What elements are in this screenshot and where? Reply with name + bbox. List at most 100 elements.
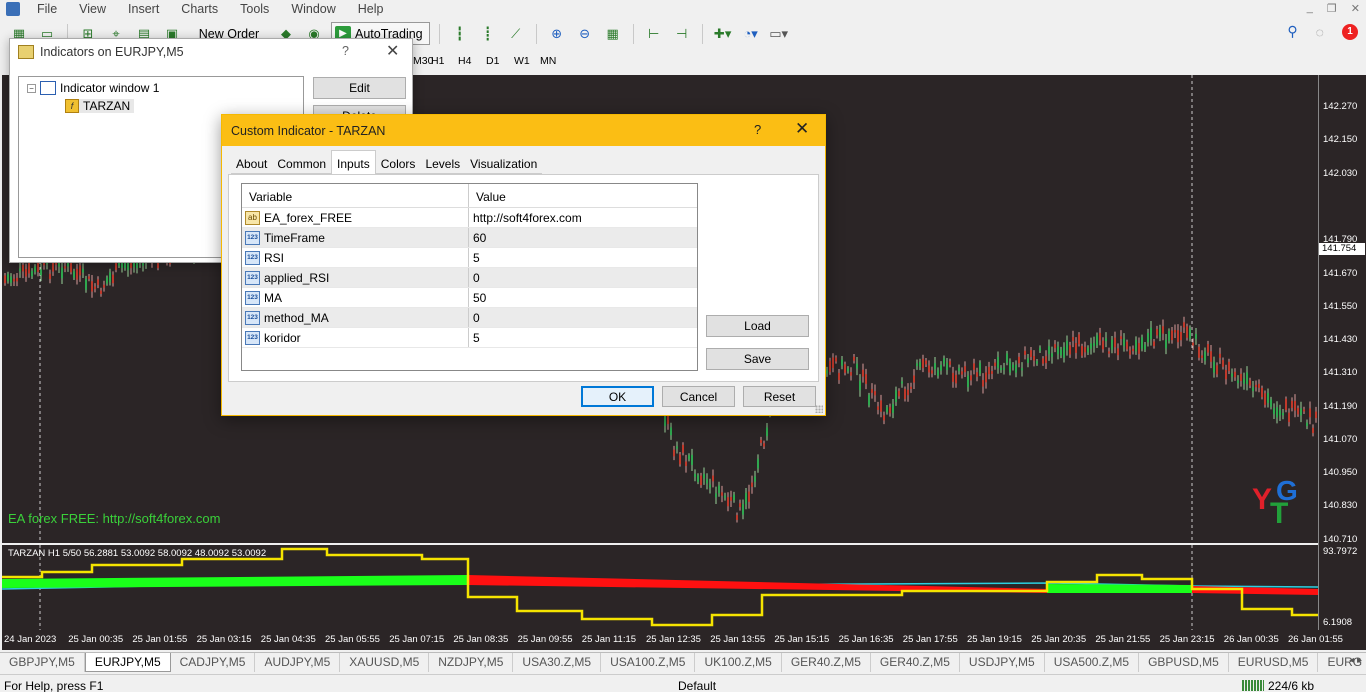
symbol-tab[interactable]: CADJPY,M5 <box>171 653 256 672</box>
ok-button[interactable]: OK <box>581 386 654 407</box>
indicators-icon[interactable]: ✚▾ <box>712 23 734 45</box>
candle-body <box>757 458 759 469</box>
tab-about[interactable]: About <box>231 152 273 174</box>
symbol-tab[interactable]: GBPUSD,M5 <box>1139 653 1229 672</box>
menu-view[interactable]: View <box>68 2 117 16</box>
symbol-tab[interactable]: EURUSD,M5 <box>1229 653 1319 672</box>
symbol-tab[interactable]: USA500.Z,M5 <box>1045 653 1140 672</box>
integer-type-icon: 123 <box>245 290 260 305</box>
autoscroll-icon[interactable]: ⊣ <box>671 23 693 45</box>
variable-value[interactable]: 0 <box>469 308 480 327</box>
symbol-tab[interactable]: GER40.Z,M5 <box>782 653 871 672</box>
tf-h4[interactable]: H4 <box>458 55 471 67</box>
candle-body <box>679 454 681 465</box>
candlestick-icon[interactable]: ┋ <box>477 23 499 45</box>
symbol-tab[interactable]: NZDJPY,M5 <box>429 653 514 672</box>
chart-shift-icon[interactable]: ⊢ <box>643 23 665 45</box>
close-icon[interactable]: ✕ <box>1351 2 1360 15</box>
time-tick: 25 Jan 23:15 <box>1159 634 1215 645</box>
symbol-tab[interactable]: GBPJPY,M5 <box>0 653 85 672</box>
menu-help[interactable]: Help <box>347 2 395 16</box>
symbol-tab[interactable]: USDJPY,M5 <box>960 653 1045 672</box>
price-tick: 140.950 <box>1323 467 1358 478</box>
bar-chart-icon[interactable]: ┇ <box>449 23 471 45</box>
tab-levels[interactable]: Levels <box>420 152 466 174</box>
variable-value[interactable]: 5 <box>469 248 480 267</box>
chat-icon[interactable]: ◌ <box>1316 24 1324 40</box>
tab-colors[interactable]: Colors <box>375 152 421 174</box>
save-button[interactable]: Save <box>706 348 809 370</box>
column-header-variable[interactable]: Variable <box>242 184 469 207</box>
candle-body <box>1150 327 1152 339</box>
notification-badge[interactable]: 1 <box>1342 23 1358 40</box>
load-button[interactable]: Load <box>706 315 809 337</box>
restore-icon[interactable]: ❐ <box>1327 2 1337 15</box>
tf-w1[interactable]: W1 <box>514 55 530 67</box>
candle-body <box>958 367 960 372</box>
templates-icon[interactable]: ▭▾ <box>768 23 790 45</box>
input-row[interactable]: 123 method_MA 0 <box>242 308 697 328</box>
input-row[interactable]: 123 MA 50 <box>242 288 697 308</box>
help-icon[interactable]: ? <box>342 44 349 58</box>
line-chart-icon[interactable]: ⟋ <box>505 23 527 45</box>
tf-h1[interactable]: H1 <box>431 55 444 67</box>
candle-body <box>841 359 843 366</box>
symbol-tab[interactable]: GER40.Z,M5 <box>871 653 960 672</box>
menu-file[interactable]: File <box>26 2 68 16</box>
close-icon[interactable]: ✕ <box>386 41 399 61</box>
symbol-tab[interactable]: XAUUSD,M5 <box>340 653 430 672</box>
menu-tools[interactable]: Tools <box>229 2 280 16</box>
zoom-in-icon[interactable]: ⊕ <box>546 23 568 45</box>
tf-d1[interactable]: D1 <box>486 55 499 67</box>
candle-body <box>1024 350 1026 355</box>
symbol-tab[interactable]: EURJPY,M5 <box>84 653 171 672</box>
time-tick: 25 Jan 13:55 <box>710 634 766 645</box>
input-row[interactable]: 123 RSI 5 <box>242 248 697 268</box>
variable-value[interactable]: 50 <box>469 288 486 307</box>
variable-value[interactable]: 5 <box>469 328 480 347</box>
tab-visualization[interactable]: Visualization <box>465 152 543 174</box>
cancel-button[interactable]: Cancel <box>662 386 735 407</box>
menu-charts[interactable]: Charts <box>170 2 229 16</box>
input-row[interactable]: 123 applied_RSI 0 <box>242 268 697 288</box>
indicator-subwindow[interactable]: TARZAN H1 5/50 56.2881 53.0092 58.0092 4… <box>2 545 1318 630</box>
tab-scroll-icon[interactable]: ◂ ▸ <box>1349 655 1362 666</box>
input-row[interactable]: ab EA_forex_FREE http://soft4forex.com <box>242 208 697 228</box>
candle-body <box>1021 368 1023 371</box>
tab-inputs[interactable]: Inputs <box>331 150 376 174</box>
symbol-tab[interactable]: AUDJPY,M5 <box>255 653 341 672</box>
variable-value[interactable]: 0 <box>469 268 480 287</box>
tree-node-indicator-window[interactable]: − Indicator window 1 <box>27 81 159 95</box>
edit-button[interactable]: Edit <box>313 77 406 99</box>
menu-window[interactable]: Window <box>280 2 346 16</box>
close-icon[interactable]: ✕ <box>795 119 809 139</box>
tile-windows-icon[interactable]: ▦ <box>602 23 624 45</box>
periods-icon[interactable]: ◔▾ <box>740 23 762 45</box>
variable-value[interactable]: 60 <box>469 228 486 247</box>
symbol-tab[interactable]: USA30.Z,M5 <box>513 653 602 672</box>
symbol-tab[interactable]: UK100.Z,M5 <box>695 653 782 672</box>
help-icon[interactable]: ? <box>754 122 761 137</box>
column-header-value[interactable]: Value <box>469 184 506 207</box>
tree-node-tarzan[interactable]: f TARZAN <box>65 99 135 113</box>
menu-insert[interactable]: Insert <box>117 2 170 16</box>
input-row[interactable]: 123 koridor 5 <box>242 328 697 348</box>
candle-body <box>88 276 90 279</box>
tab-common[interactable]: Common <box>272 152 332 174</box>
symbol-tab[interactable]: USA100.Z,M5 <box>601 653 696 672</box>
resize-grip[interactable] <box>815 405 823 413</box>
grid-header: Variable Value <box>242 184 697 208</box>
candle-body <box>1309 408 1311 418</box>
price-tick: 142.030 <box>1323 168 1358 179</box>
search-icon[interactable]: ⚲ <box>1287 23 1297 40</box>
price-tick: 141.550 <box>1323 301 1358 312</box>
reset-button[interactable]: Reset <box>743 386 816 407</box>
candle-body <box>907 389 909 396</box>
variable-value[interactable]: http://soft4forex.com <box>469 208 582 227</box>
input-row[interactable]: 123 TimeFrame 60 <box>242 228 697 248</box>
candle-body <box>925 360 927 365</box>
collapse-icon[interactable]: − <box>27 83 36 93</box>
minimize-icon[interactable]: _ <box>1307 2 1313 15</box>
zoom-out-icon[interactable]: ⊖ <box>574 23 596 45</box>
tf-mn[interactable]: MN <box>540 55 556 67</box>
